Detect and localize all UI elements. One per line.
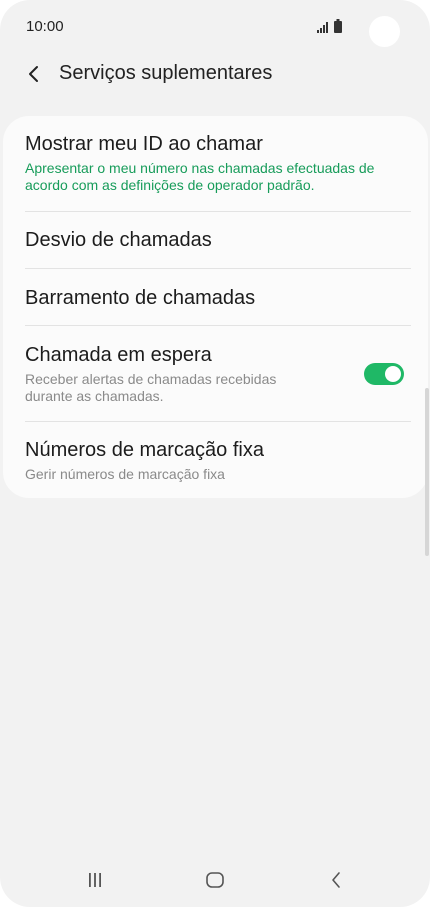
recent-apps-button[interactable] <box>75 860 115 900</box>
setting-subtitle: Gerir números de marcação fixa <box>25 466 225 482</box>
setting-call-barring[interactable]: Barramento de chamadas <box>25 286 410 310</box>
setting-title: Desvio de chamadas <box>25 229 212 251</box>
call-waiting-toggle[interactable] <box>364 363 404 385</box>
setting-title: Barramento de chamadas <box>25 287 256 309</box>
status-bar: 10:00 <box>0 0 430 56</box>
setting-call-waiting[interactable]: Chamada em espera Receber alertas de cha… <box>25 343 345 405</box>
battery-icon <box>334 19 342 33</box>
home-icon <box>206 872 224 888</box>
back-button[interactable] <box>20 60 48 88</box>
setting-subtitle: Apresentar o meu número nas chamadas efe… <box>25 160 375 193</box>
setting-fixed-dialing-numbers[interactable]: Números de marcação fixa Gerir números d… <box>25 438 410 483</box>
chevron-left-icon <box>29 66 38 82</box>
divider <box>25 421 411 422</box>
setting-call-forwarding[interactable]: Desvio de chamadas <box>25 228 410 252</box>
setting-title: Chamada em espera <box>25 344 212 366</box>
home-button[interactable] <box>195 860 235 900</box>
back-nav-button[interactable] <box>316 860 356 900</box>
setting-title: Mostrar meu ID ao chamar <box>25 133 263 155</box>
divider <box>25 325 411 326</box>
divider <box>25 211 411 212</box>
page-title: Serviços suplementares <box>59 62 273 84</box>
recent-apps-icon <box>89 873 101 887</box>
back-icon <box>332 872 340 888</box>
setting-caller-id[interactable]: Mostrar meu ID ao chamar Apresentar o me… <box>25 132 410 194</box>
status-time: 10:00 <box>26 18 64 35</box>
header: Serviços suplementares <box>0 52 430 98</box>
divider <box>25 268 411 269</box>
camera-cutout <box>369 16 400 47</box>
scrollbar[interactable] <box>425 388 429 556</box>
signal-icon <box>317 22 328 33</box>
settings-list: Mostrar meu ID ao chamar Apresentar o me… <box>3 116 428 498</box>
phone-screen: 10:00 Serviços suplementares Mostrar meu… <box>0 0 430 907</box>
navigation-bar <box>0 860 430 907</box>
setting-title: Números de marcação fixa <box>25 439 264 461</box>
toggle-knob <box>385 366 401 382</box>
setting-subtitle: Receber alertas de chamadas recebidas du… <box>25 371 277 404</box>
